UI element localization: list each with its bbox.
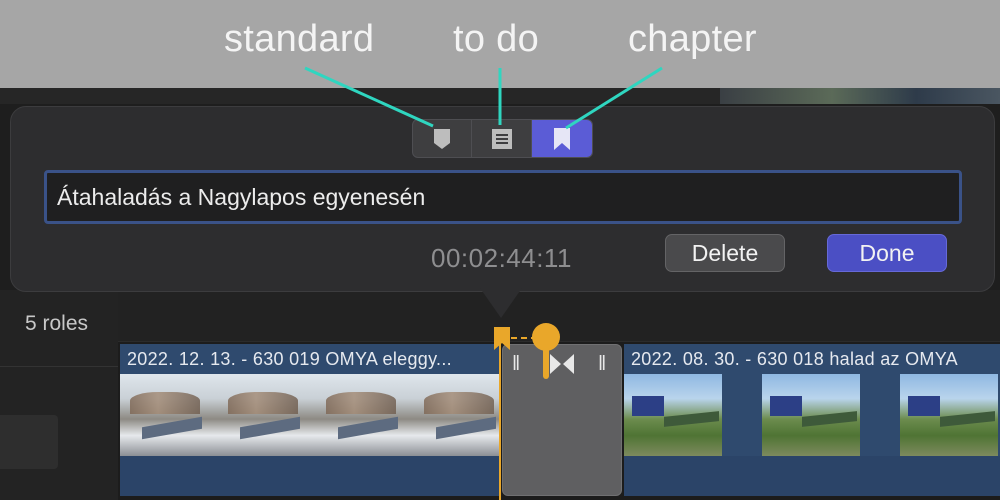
transition-edge-right-icon: ‖ bbox=[598, 353, 607, 375]
clip-thumbnail bbox=[120, 374, 218, 456]
standard-marker-icon bbox=[434, 128, 451, 149]
clip-audio-area bbox=[120, 456, 500, 496]
clip-title: 2022. 12. 13. - 630 019 OMYA eleggy... bbox=[127, 349, 452, 369]
annotation-label-chapter: chapter bbox=[628, 18, 757, 60]
timeline-clip-2[interactable]: 2022. 08. 30. - 630 018 halad az OMYA bbox=[624, 344, 1000, 496]
chapter-thumbnail-pin-icon[interactable] bbox=[530, 321, 562, 381]
clip-thumbnail bbox=[762, 374, 860, 456]
chapter-marker-icon bbox=[553, 127, 570, 150]
clip-audio-area bbox=[624, 456, 1000, 496]
popover-arrow bbox=[480, 288, 522, 318]
transition-clip[interactable]: ‖ ‖ bbox=[502, 344, 622, 496]
clip-thumbnail bbox=[624, 374, 722, 456]
chapter-marker-flag-icon[interactable] bbox=[493, 326, 511, 352]
chapter-marker-button[interactable] bbox=[531, 120, 592, 157]
viewer-thumbnail bbox=[720, 88, 1000, 104]
playhead[interactable] bbox=[499, 328, 501, 500]
clip-thumbnail bbox=[414, 374, 500, 456]
marker-name-field[interactable] bbox=[44, 170, 962, 224]
clip-thumbnail bbox=[900, 374, 998, 456]
done-button[interactable]: Done bbox=[827, 234, 947, 272]
todo-marker-icon bbox=[491, 128, 512, 149]
clip-title: 2022. 08. 30. - 630 018 halad az OMYA bbox=[631, 349, 958, 369]
marker-type-selector bbox=[412, 119, 593, 158]
index-panel-box[interactable] bbox=[0, 415, 58, 469]
panel-divider bbox=[0, 366, 118, 367]
clip-thumbnail bbox=[316, 374, 414, 456]
annotation-label-todo: to do bbox=[453, 18, 540, 60]
marker-name-input[interactable] bbox=[57, 181, 949, 213]
transition-edge-left-icon: ‖ bbox=[512, 353, 521, 375]
delete-button[interactable]: Delete bbox=[665, 234, 785, 272]
todo-marker-button[interactable] bbox=[472, 120, 532, 157]
timeline-clip-1[interactable]: 2022. 12. 13. - 630 019 OMYA eleggy... bbox=[120, 344, 500, 496]
clip-filmstrip bbox=[624, 374, 998, 456]
clip-thumbnail bbox=[218, 374, 316, 456]
clip-filmstrip bbox=[120, 374, 500, 456]
marker-timecode: 00:02:44:11 bbox=[431, 243, 572, 273]
annotation-label-standard: standard bbox=[224, 18, 375, 60]
standard-marker-button[interactable] bbox=[413, 120, 473, 157]
roles-count-label[interactable]: 5 roles bbox=[25, 312, 88, 336]
